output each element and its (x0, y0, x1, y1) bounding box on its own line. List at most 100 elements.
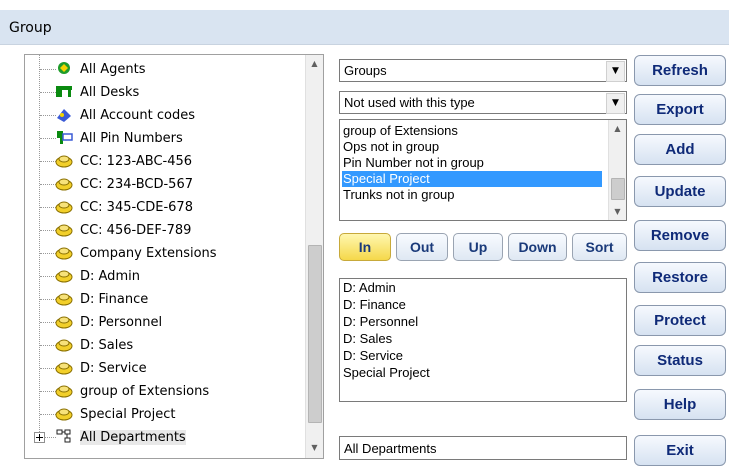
sort-button[interactable]: Sort (572, 233, 627, 261)
tree-connector (40, 138, 56, 139)
tree-item-company-extensions[interactable]: Company Extensions (25, 242, 295, 265)
tree-item-d-personnel[interactable]: D: Personnel (25, 311, 295, 334)
tree-item-label: D: Personnel (80, 315, 163, 330)
group-tree[interactable]: All Agents All Desks All Account codes All … (24, 54, 324, 459)
tree-item-cc-123-abc-456[interactable]: CC: 123-ABC-456 (25, 150, 295, 173)
tree-item-special-project[interactable]: Special Project (25, 403, 295, 426)
member-list-item[interactable]: D: Service (343, 348, 403, 364)
tree-item-cc-456-def-789[interactable]: CC: 456-DEF-789 (25, 219, 295, 242)
window-titlebar: Group (0, 10, 729, 45)
scroll-down-icon[interactable]: ▼ (306, 439, 323, 456)
member-list[interactable]: D: Admin D: Finance D: Personnel D: Sales D:… (339, 278, 627, 402)
tree-item-label: CC: 456-DEF-789 (80, 223, 192, 238)
tree-connector (40, 230, 56, 231)
window-top-strip (0, 0, 729, 10)
export-button[interactable]: Export (634, 94, 726, 125)
phone-group-icon (55, 152, 73, 169)
phone-group-icon (55, 175, 73, 192)
restore-button[interactable]: Restore (634, 262, 726, 293)
status-button[interactable]: Status (634, 345, 726, 376)
phone-group-icon (55, 244, 73, 261)
group-type-value: Groups (344, 63, 387, 78)
chevron-down-icon[interactable]: ▼ (606, 61, 625, 82)
tree-connector (40, 299, 56, 300)
tree-item-d-finance[interactable]: D: Finance (25, 288, 295, 311)
type-list-item[interactable]: Pin Number not in group (343, 155, 484, 171)
tree-item-all-agents[interactable]: All Agents (25, 58, 295, 81)
tree-scroll-thumb[interactable] (308, 245, 322, 423)
type-list-item[interactable]: Trunks not in group (343, 187, 455, 203)
filter-value: Not used with this type (344, 95, 475, 110)
phone-group-icon (55, 290, 73, 307)
add-button[interactable]: Add (634, 134, 726, 165)
scroll-up-icon[interactable]: ▲ (609, 120, 626, 137)
chevron-down-icon[interactable]: ▼ (606, 93, 625, 114)
tree-connector (40, 322, 56, 323)
tree-scrollbar[interactable]: ▲ ▼ (305, 55, 323, 458)
exit-button[interactable]: Exit (634, 435, 726, 466)
remove-button[interactable]: Remove (634, 220, 726, 251)
member-list-item[interactable]: Special Project (343, 365, 430, 381)
tree-item-label: Company Extensions (80, 246, 217, 261)
protect-button[interactable]: Protect (634, 305, 726, 336)
phone-group-icon (55, 359, 73, 376)
member-list-item[interactable]: D: Sales (343, 331, 392, 347)
tree-connector (40, 161, 56, 162)
scroll-up-icon[interactable]: ▲ (306, 55, 323, 72)
tree-connector (40, 69, 56, 70)
tree-item-group-of-extensions[interactable]: group of Extensions (25, 380, 295, 403)
name-field-value: All Departments (344, 441, 437, 456)
up-button[interactable]: Up (453, 233, 503, 261)
refresh-button[interactable]: Refresh (634, 55, 726, 86)
down-button[interactable]: Down (508, 233, 567, 261)
tree-item-d-service[interactable]: D: Service (25, 357, 295, 380)
phone-group-icon (55, 221, 73, 238)
update-button[interactable]: Update (634, 176, 726, 207)
tree-item-cc-234-bcd-567[interactable]: CC: 234-BCD-567 (25, 173, 295, 196)
tree-item-all-account-codes[interactable]: All Account codes (25, 104, 295, 127)
tree-item-d-admin[interactable]: D: Admin (25, 265, 295, 288)
phone-group-icon (55, 382, 73, 399)
tree-connector (40, 276, 56, 277)
tree-item-label: D: Finance (80, 292, 149, 307)
account-code-icon (55, 106, 73, 123)
out-button[interactable]: Out (396, 233, 448, 261)
tree-connector (40, 391, 56, 392)
tree-connector (40, 345, 56, 346)
tree-item-all-pin-numbers[interactable]: All Pin Numbers (25, 127, 295, 150)
exit-label: Exit (666, 442, 694, 459)
add-label: Add (665, 141, 695, 158)
phone-group-icon (55, 336, 73, 353)
phone-group-icon (55, 267, 73, 284)
in-button[interactable]: In (339, 233, 391, 261)
tree-connector (40, 368, 56, 369)
tree-item-label: Special Project (80, 407, 176, 422)
tree-item-cc-345-cde-678[interactable]: CC: 345-CDE-678 (25, 196, 295, 219)
agents-icon (55, 60, 73, 77)
tree-item-label: All Desks (80, 85, 140, 100)
scroll-down-icon[interactable]: ▼ (609, 203, 626, 220)
tree-item-label: D: Service (80, 361, 147, 376)
type-list-item[interactable]: Special Project (342, 171, 602, 187)
tree-item-label: D: Sales (80, 338, 134, 353)
filter-combo[interactable]: Not used with this type ▼ (339, 91, 627, 114)
member-list-item[interactable]: D: Finance (343, 297, 406, 313)
tree-item-d-sales[interactable]: D: Sales (25, 334, 295, 357)
member-list-item[interactable]: D: Personnel (343, 314, 418, 330)
type-list[interactable]: group of Extensions Ops not in group Pin N… (339, 119, 627, 221)
name-field[interactable]: All Departments (339, 436, 627, 460)
help-button[interactable]: Help (634, 389, 726, 420)
group-type-combo[interactable]: Groups ▼ (339, 59, 627, 82)
tree-item-all-desks[interactable]: All Desks (25, 81, 295, 104)
member-list-item[interactable]: D: Admin (343, 280, 396, 296)
type-list-item[interactable]: group of Extensions (343, 123, 458, 139)
protect-label: Protect (654, 312, 706, 329)
phone-group-icon (55, 405, 73, 422)
type-list-scroll-thumb[interactable] (611, 178, 625, 200)
type-list-scrollbar[interactable]: ▲ ▼ (608, 120, 626, 220)
tree-item-all-departments[interactable]: All Departments (25, 426, 295, 449)
tree-connector (40, 253, 56, 254)
type-list-item[interactable]: Ops not in group (343, 139, 439, 155)
phone-group-icon (55, 313, 73, 330)
tree-item-label: All Departments (80, 430, 186, 445)
